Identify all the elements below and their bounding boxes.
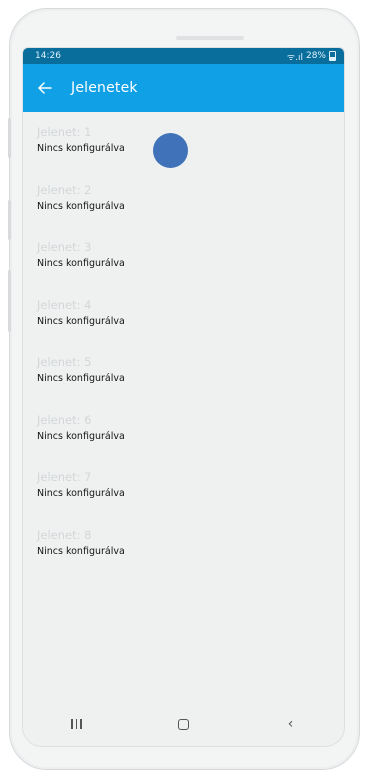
scene-title: Jelenet: 5 [37,355,92,369]
touch-indicator [153,133,188,168]
scene-title: Jelenet: 4 [37,297,92,312]
scene-status: Nincs konfigurálva [37,488,125,499]
scene-title: Jelenet: 2 [37,182,92,197]
battery-icon [329,51,336,61]
speaker-grille [176,36,244,40]
scene-status: Nincs konfigurálva [37,258,125,269]
scene-item-5[interactable]: Jelenet: 5 Nincs konfigurálva [23,342,344,400]
scene-item-4[interactable]: Jelenet: 4 Nincs konfigurálva [23,285,344,343]
page-title: Jelenetek [71,80,138,96]
scene-status: Nincs konfigurálva [37,200,125,212]
scene-item-3[interactable]: Jelenet: 3 Nincs konfigurálva [23,227,344,285]
phone-screen: 14:26 ᯤ.ıl 28% Jelenetek Jelenet: 1 Ninc… [22,47,345,747]
scene-title: Jelenet: 8 [37,527,92,542]
scene-status: Nincs konfigurálva [37,143,125,154]
navigation-bar: ‹ [23,702,344,746]
scene-list: Jelenet: 1 Nincs konfigurálva Jelenet: 2… [23,112,344,572]
nav-back-button[interactable]: ‹ [261,704,321,744]
side-button-power [8,270,11,332]
scene-item-7[interactable]: Jelenet: 7 Nincs konfigurálva [23,457,344,515]
signal-icon: ᯤ.ıl [286,52,303,63]
side-button-volume [8,200,11,240]
scene-title: Jelenet: 3 [37,240,92,254]
back-button[interactable] [23,64,67,112]
scene-status: Nincs konfigurálva [37,315,125,327]
chevron-left-icon: ‹ [287,716,294,732]
battery-percent: 28% [305,51,326,61]
scene-status: Nincs konfigurálva [37,545,125,557]
recents-icon [71,719,82,729]
status-time: 14:26 [35,51,61,61]
scene-item-2[interactable]: Jelenet: 2 Nincs konfigurálva [23,170,344,228]
recents-button[interactable] [47,704,107,744]
status-bar: 14:26 ᯤ.ıl 28% [23,48,344,64]
scene-title: Jelenet: 7 [37,470,92,484]
home-button[interactable] [154,704,214,744]
home-icon [178,718,189,730]
side-button-bixby [8,118,11,158]
scene-item-8[interactable]: Jelenet: 8 Nincs konfigurálva [23,515,344,573]
app-bar: Jelenetek [23,64,344,112]
scene-status: Nincs konfigurálva [37,430,125,442]
status-indicators: ᯤ.ıl 28% [287,50,336,63]
scene-title: Jelenet: 1 [37,125,92,139]
scene-item-6[interactable]: Jelenet: 6 Nincs konfigurálva [23,400,344,458]
scene-title: Jelenet: 6 [37,412,92,427]
arrow-left-icon [38,82,52,94]
scene-status: Nincs konfigurálva [37,373,125,384]
